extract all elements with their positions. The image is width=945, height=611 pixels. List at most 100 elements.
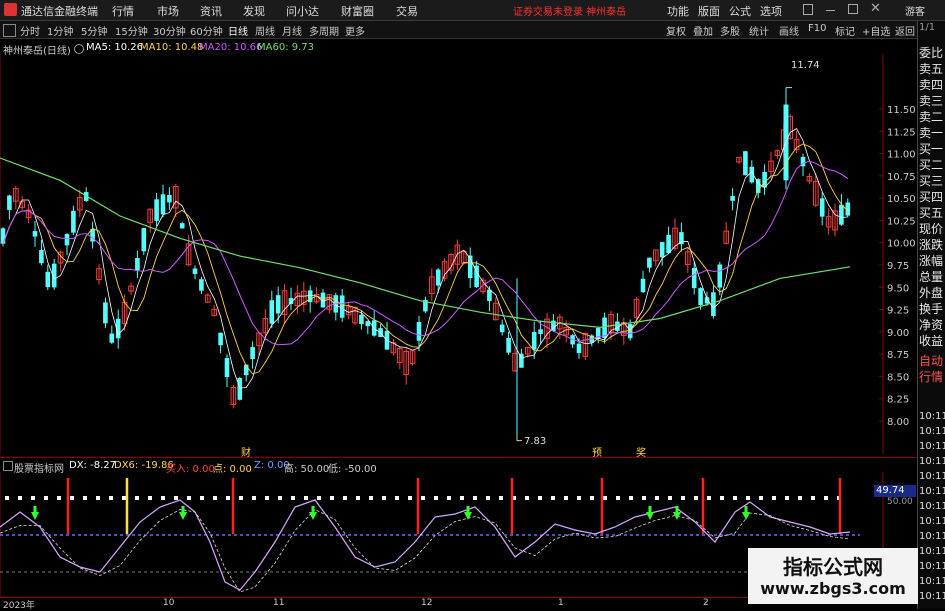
btn-f10[interactable]: F10 [808,23,826,34]
panel-item-11: 现价 [919,222,944,236]
high-level-dot [174,496,178,500]
panel-item-4: 卖二 [919,110,944,124]
low-leader [516,436,522,442]
menu-banmian[interactable]: 版面 [698,3,720,19]
high-level-dot [343,496,347,500]
high-level-dot [447,496,451,500]
indicator-settings-icon[interactable] [3,461,13,471]
candle-body [487,289,492,301]
guest-label[interactable]: 游客 [905,3,925,18]
menu-xuanxiang[interactable]: 选项 [760,3,782,19]
tab-5min[interactable]: 5分钟 [81,23,107,38]
candle-body [199,279,204,291]
menu-caifuquan[interactable]: 财富圈 [341,3,374,19]
menu-shichang[interactable]: 市场 [157,3,179,19]
panel-item-7: 买二 [919,158,944,172]
high-level-dot [772,496,776,500]
btn-add-watchlist[interactable]: +自选 [862,23,890,38]
candle-body [640,278,646,293]
high-price-label: 11.74 [791,60,820,71]
tab-15min[interactable]: 15分钟 [115,23,148,38]
menu-gongshi[interactable]: 公式 [729,3,751,19]
ma5-value: MA5: 10.26 [86,42,144,53]
btn-tongji[interactable]: 统计 [749,23,769,38]
menu-wenxiaoda[interactable]: 问小达 [286,3,319,19]
app-logo-icon [4,3,17,16]
panel-time-4: 10:11 [919,471,945,482]
price-tick: 9.00 [887,328,909,339]
high-level-dot [577,496,581,500]
candle-body [7,195,12,210]
high-level-dot [70,496,74,500]
candle-body [730,196,735,201]
tab-60min[interactable]: 60分钟 [190,23,223,38]
panel-page-indicator[interactable]: 1/1 [919,22,935,33]
buy-arrow-stem [466,506,470,512]
high-level-dot [525,496,529,500]
high-level-dot [785,496,789,500]
high-level-dot [499,496,503,500]
high-level-dot [434,496,438,500]
menu-gongneng[interactable]: 功能 [667,3,689,19]
tab-30min[interactable]: 30分钟 [153,23,186,38]
panel-item-0: 委比 [919,46,944,60]
high-level-dot [109,496,113,500]
low-price-label: 7.83 [524,436,547,447]
panel-item-20[interactable]: 行情 [919,370,943,384]
tab-1min[interactable]: 1分钟 [47,23,73,38]
panel-time-5: 10:11 [919,486,945,497]
candle-body [179,223,185,229]
date-label-1: 1 [558,598,564,608]
candle-body [32,231,38,237]
btn-back[interactable]: 返回 [895,23,915,38]
tab-weekly[interactable]: 周线 [255,23,275,38]
maximize-icon[interactable] [848,4,858,14]
menu-jiaoyi[interactable]: 交易 [396,3,418,19]
indicator-value-box: 49.74 [874,485,916,497]
btn-biaoji[interactable]: 标记 [835,23,855,38]
tab-monthly[interactable]: 月线 [282,23,302,38]
price-tick: 11.25 [887,127,916,138]
high-level-dot [291,496,295,500]
btn-fuquan[interactable]: 复权 [666,23,686,38]
high-level-dot [122,496,126,500]
tab-fenshi[interactable]: 分时 [20,23,40,38]
window-icon[interactable] [803,4,813,15]
date-label-11: 11 [273,598,285,608]
login-warning[interactable]: 证券交易未登录 神州泰岳 [513,3,626,18]
high-level-dot [96,496,100,500]
panel-item-9: 买四 [919,190,944,204]
menu-hangqing[interactable]: 行情 [112,3,134,19]
high-level-dot [421,496,425,500]
minimize-icon[interactable] [826,10,835,11]
candle-body [506,337,511,353]
indicator-dx: DX: -8.27 [69,460,116,471]
tab-multi-period[interactable]: 多周期 [309,23,339,38]
menu-faxian[interactable]: 发现 [243,3,265,19]
panel-item-19[interactable]: 自动 [919,354,943,368]
kline-chart[interactable]: 11.50 11.25 11.00 10.75 10.50 10.25 10.00 9.75 9… [0,54,917,454]
layout-icon[interactable] [3,24,16,37]
btn-huaxian[interactable]: 画线 [779,23,799,38]
btn-diejia[interactable]: 叠加 [693,23,713,38]
panel-item-3: 卖三 [919,94,944,108]
candle-body [39,250,44,264]
high-level-dot [213,496,217,500]
high-level-dot [746,496,750,500]
candle-body [576,343,582,354]
tab-daily[interactable]: 日线 [228,23,248,38]
high-level-dot [538,496,542,500]
candle-body [45,271,51,288]
close-icon[interactable]: ✕ [870,1,881,16]
toggle-icon[interactable] [74,44,84,54]
high-level-dot [811,496,815,500]
candle-body [531,332,537,350]
panel-item-16: 换手 [919,302,944,316]
high-level-dot [18,496,22,500]
candle-body [275,295,281,314]
tab-more[interactable]: 更多 [345,23,365,38]
menu-zixun[interactable]: 资讯 [200,3,222,19]
indicator-dx6: DX6: -19.86 [114,460,174,471]
candle-body [192,268,198,274]
btn-duogu[interactable]: 多股 [720,23,740,38]
